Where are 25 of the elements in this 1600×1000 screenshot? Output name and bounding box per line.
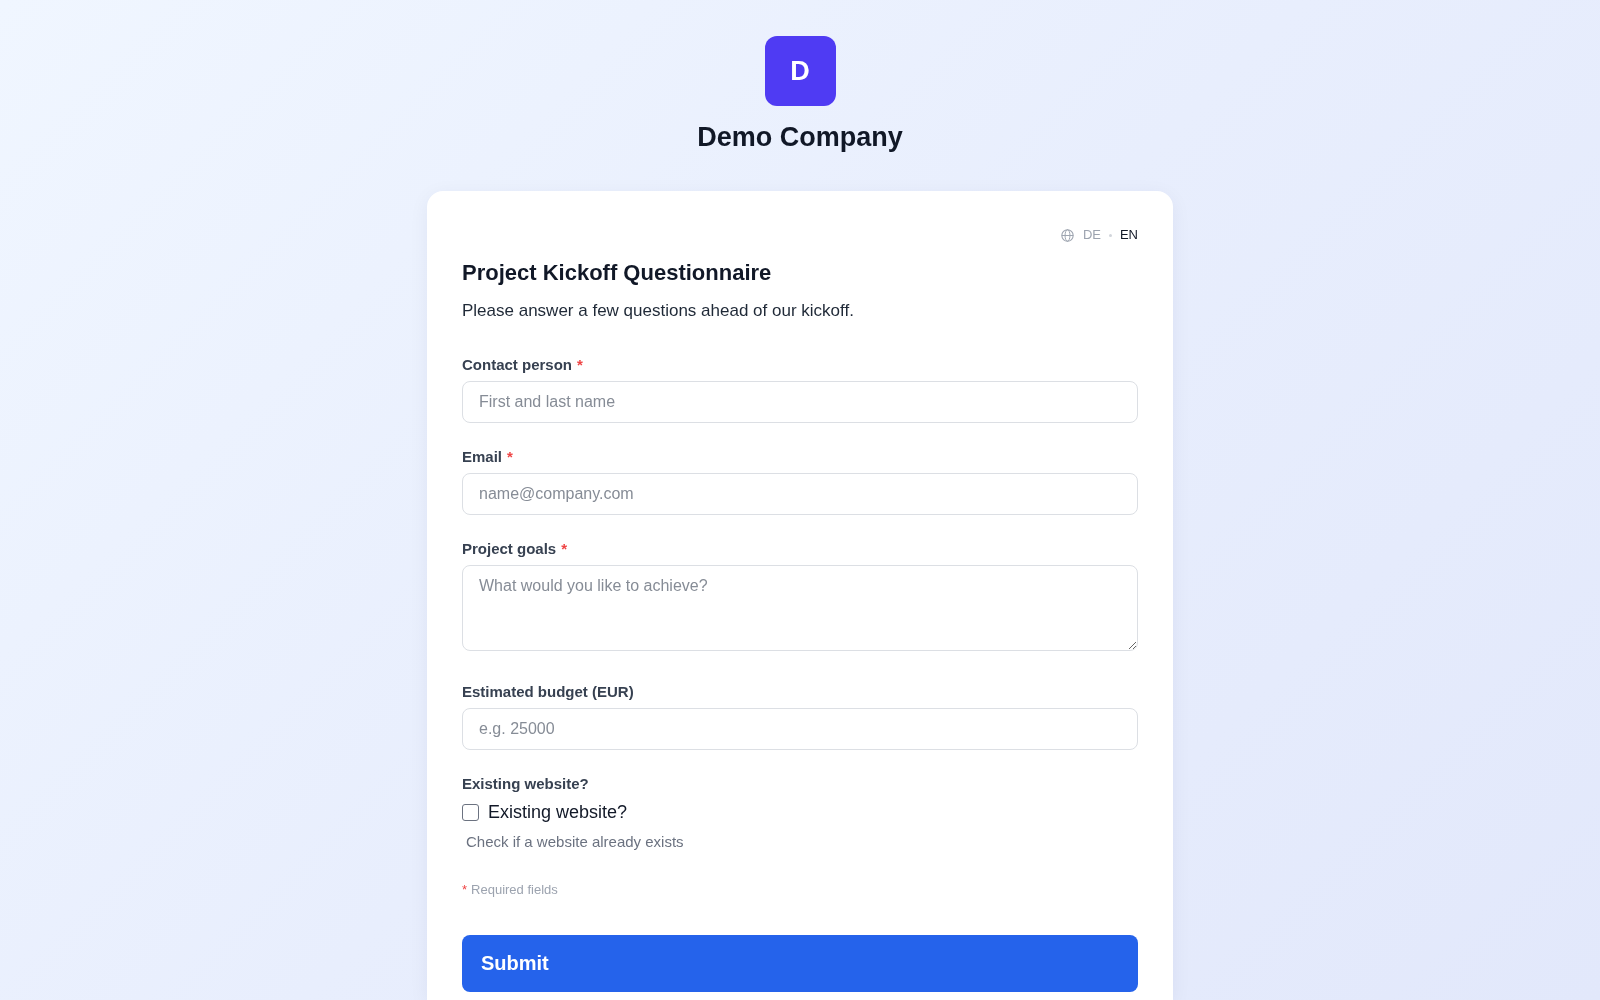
submit-button[interactable]: Submit [462,935,1138,992]
help-text: Check if a website already exists [465,832,685,852]
required-asterisk: * [462,881,468,899]
textarea-field[interactable]: What would you like to achieve? [462,565,1138,651]
field-label: Existing website? [462,774,589,794]
form-title: Project Kickoff Questionnaire [462,259,773,287]
required-note: Required fields [471,881,558,899]
field-label: Project goals [462,539,557,559]
field-label: Estimated budget (EUR) [462,682,634,702]
separator-dot-icon [1108,233,1112,237]
field-label: Contact person [462,355,572,375]
language-option[interactable]: EN [1119,227,1138,243]
input-field[interactable]: e.g. 25000 [462,708,1138,750]
required-asterisk: * [507,447,513,467]
form-subtitle: Please answer a few questions ahead of our kickoff. [462,300,855,322]
globe-icon [1060,228,1074,242]
checkbox[interactable] [462,803,479,821]
required-asterisk: * [577,355,583,375]
required-asterisk: * [561,539,568,559]
input-field[interactable]: name@company.com [462,473,1138,515]
company-name: Demo Company [697,121,903,153]
checkbox-label[interactable]: Existing website? [488,800,628,824]
logo-tile: D [764,36,836,106]
input-field[interactable]: First and last name [462,381,1138,423]
field-label: Email [462,447,503,467]
